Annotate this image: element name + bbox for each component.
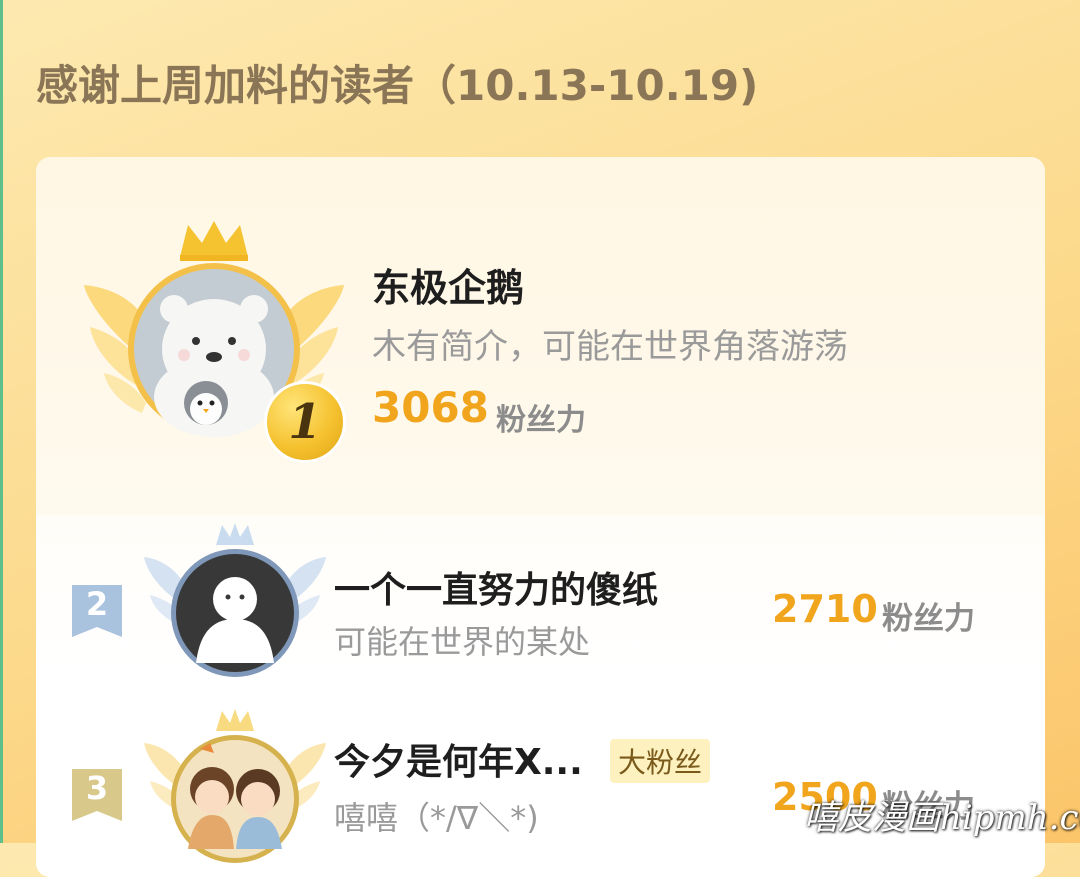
watermark-text: 嘻皮漫画hipmh.com — [804, 798, 1080, 838]
ranking-3-avatar-frame[interactable] — [140, 709, 330, 869]
rank-1-medal: 1 — [264, 381, 346, 463]
ghost-figure-avatar-icon — [144, 523, 326, 677]
cartoon-kids-avatar-icon — [144, 709, 326, 863]
ranking-3-name[interactable]: 今夕是何年X... — [334, 733, 583, 785]
big-fan-badge: 大粉丝 — [610, 739, 711, 783]
ranking-row-2[interactable]: 2 一个一直努力的傻纸 可能在世界的某处 2710 粉丝力 — [36, 523, 1045, 687]
top-reader-score-unit: 粉丝力 — [496, 403, 586, 438]
ranking-3-bio: 嘻嘻（*/∇＼*) — [334, 799, 539, 837]
rank-2-badge: 2 — [70, 583, 124, 639]
left-edge-strip — [0, 0, 3, 843]
top-reader-name[interactable]: 东极企鹅 — [372, 257, 524, 312]
leaderboard-card: 1 东极企鹅 木有简介，可能在世界角落游荡 3068 粉丝力 2 一个一直努力的… — [36, 157, 1045, 877]
ranking-2-score: 2710 — [772, 587, 878, 631]
top-reader-score: 3068 — [372, 383, 489, 432]
top-reader-avatar-frame[interactable]: 1 — [84, 217, 346, 463]
ranking-row-3[interactable]: 3 今夕是何年X... 大粉丝 嘻嘻（*/∇＼*) 2500 粉丝力 — [36, 709, 1045, 863]
page-title: 感谢上周加料的读者（10.13-10.19) — [36, 61, 759, 110]
top-reader-bio: 木有简介，可能在世界角落游荡 — [372, 327, 848, 367]
ranking-2-name[interactable]: 一个一直努力的傻纸 — [334, 561, 658, 613]
ranking-2-score-unit: 粉丝力 — [882, 601, 975, 637]
ranking-2-avatar-frame[interactable] — [140, 523, 330, 683]
rank-1-number: 1 — [288, 394, 322, 450]
rank-3-badge: 3 — [70, 767, 124, 823]
ranking-2-bio: 可能在世界的某处 — [334, 623, 591, 661]
